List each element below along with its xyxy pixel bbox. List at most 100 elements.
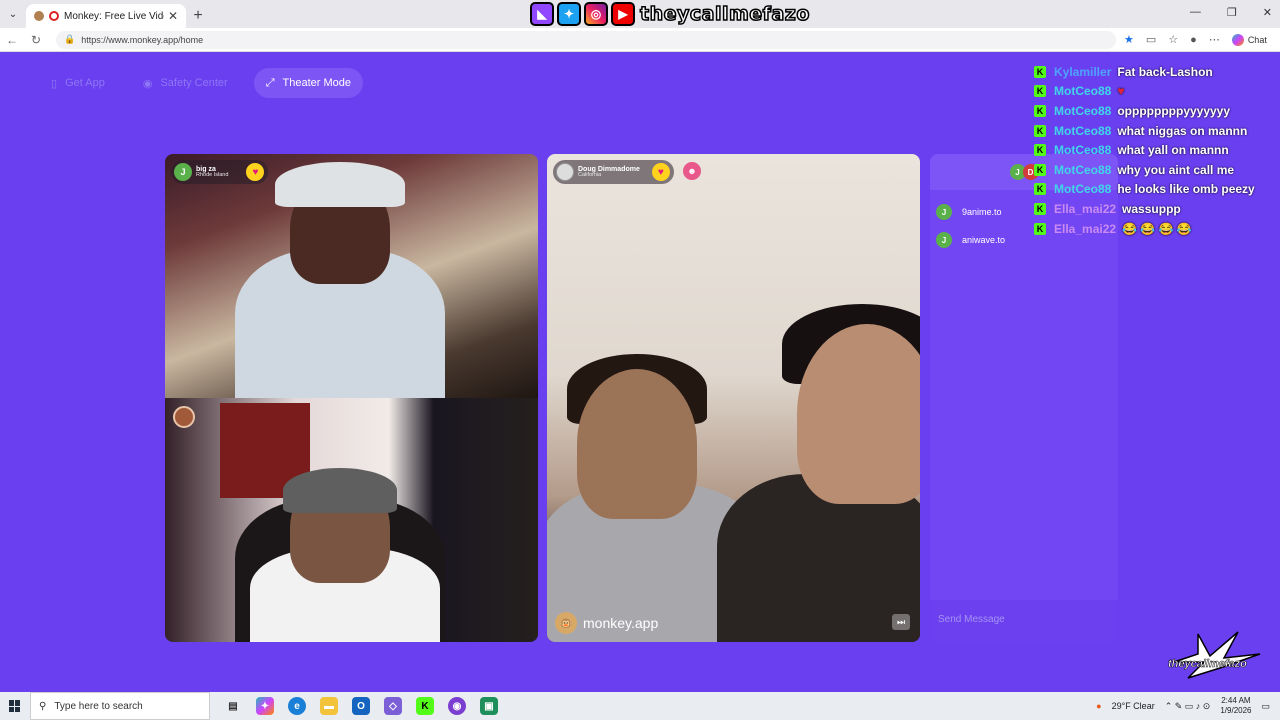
- chat-text: he looks like omb peezy: [1117, 182, 1255, 197]
- profile-icon[interactable]: ●: [1190, 34, 1197, 46]
- back-icon[interactable]: ←: [0, 33, 24, 47]
- copilot-icon[interactable]: ✦: [256, 697, 274, 715]
- kick-badge-icon: K: [1034, 222, 1046, 235]
- video-tile-bottom-left: [165, 398, 538, 642]
- tray-icons[interactable]: ⌃ ✎ ▭ ♪ ⊙: [1165, 701, 1211, 712]
- chat-message: K MotCeo88 what yall on mannn: [1034, 140, 1278, 160]
- refresh-icon[interactable]: ↻: [24, 33, 48, 47]
- user-chip[interactable]: J big za Rhode Island ♥: [171, 160, 269, 184]
- participant-name: aniwave.to: [962, 235, 1006, 245]
- copilot-icon: [1231, 33, 1244, 46]
- monkey-favicon-icon: [34, 11, 44, 21]
- chat-username: Ella_mai22: [1054, 201, 1117, 216]
- kick-badge-icon: K: [1034, 183, 1046, 196]
- shield-icon: ◉: [142, 77, 153, 90]
- chat-message: K MotCeo88 he looks like omb peezy: [1034, 180, 1278, 200]
- skip-button[interactable]: ⏭: [892, 614, 910, 630]
- search-icon: ⚲: [39, 700, 47, 712]
- minimize-icon[interactable]: —: [1190, 6, 1201, 19]
- chat-text: Fat back-Lashon: [1117, 64, 1213, 79]
- avatar: J: [174, 163, 192, 181]
- taskbar-search[interactable]: ⚲ Type here to search: [30, 692, 210, 720]
- app-icon[interactable]: ◇: [384, 697, 402, 715]
- app-icon[interactable]: ◉: [448, 697, 466, 715]
- chat-username: MotCeo88: [1054, 162, 1112, 177]
- video-person: [577, 369, 697, 519]
- chat-message: K Ella_mai22 wassuppp: [1034, 199, 1278, 219]
- file-explorer-icon[interactable]: ▬: [320, 697, 338, 715]
- chat-message: K Ella_mai22 😂 😂 😂 😂: [1034, 219, 1278, 239]
- video-person: [283, 468, 397, 513]
- tab-list-dropdown[interactable]: ⌄: [0, 0, 26, 28]
- get-app-button[interactable]: ▯ Get App: [39, 68, 117, 98]
- watermark-text: monkey.app: [583, 615, 659, 631]
- weather-text[interactable]: 29°F Clear: [1112, 701, 1155, 711]
- chat-text: oppppppppyyyyyyy: [1117, 103, 1231, 118]
- chat-username: MotCeo88: [1054, 123, 1112, 138]
- streamer-banner: ◣ ✦ ◎ ▶ theycallmefazo: [530, 2, 810, 26]
- chat-text: ♥: [1117, 84, 1125, 99]
- video-person: [275, 162, 405, 207]
- kick-badge-icon: K: [1034, 144, 1046, 157]
- safety-center-button[interactable]: ◉ Safety Center: [131, 68, 240, 98]
- chat-text: why you aint call me: [1117, 162, 1235, 177]
- instagram-icon: ◎: [584, 2, 608, 26]
- new-tab-button[interactable]: +: [186, 4, 210, 28]
- start-button[interactable]: [0, 692, 30, 720]
- kick-badge-icon: K: [1034, 163, 1046, 176]
- kick-badge-icon: K: [1034, 202, 1046, 215]
- monkey-watermark: 🐵 monkey.app: [555, 612, 658, 634]
- user-location: California: [578, 171, 602, 178]
- user-chip[interactable]: Doug Dimmadome California ♥: [553, 160, 674, 184]
- date: 1/9/2026: [1220, 706, 1252, 715]
- task-view-icon[interactable]: ▤: [224, 697, 242, 715]
- logo-star-icon: [1173, 631, 1261, 679]
- avatar: J: [936, 204, 952, 220]
- address-bar-row: ← ↻ 🔒 https://www.monkey.app/home ★ ▭ ☆ …: [0, 28, 1280, 52]
- favorites-icon[interactable]: ☆: [1168, 33, 1178, 46]
- video-tile-top-left: J big za Rhode Island ♥: [165, 154, 538, 398]
- weather-icon: ●: [1096, 701, 1102, 711]
- chat-message: K MotCeo88 what niggas on mannn: [1034, 121, 1278, 141]
- outlook-icon[interactable]: O: [352, 697, 370, 715]
- avatar: J: [936, 232, 952, 248]
- heart-icon[interactable]: ♥: [246, 163, 265, 181]
- monkey-logo-icon: 🐵: [555, 612, 577, 634]
- theater-mode-label: Theater Mode: [282, 77, 351, 89]
- favorite-star-icon[interactable]: ★: [1124, 33, 1134, 46]
- kick-icon[interactable]: K: [416, 697, 434, 715]
- gift-icon[interactable]: ☻: [683, 162, 701, 180]
- close-tab-icon[interactable]: ✕: [168, 9, 178, 23]
- site-info-icon[interactable]: 🔒: [64, 34, 75, 45]
- chat-message: K MotCeo88 oppppppppyyyyyyy: [1034, 101, 1278, 121]
- windows-taskbar: ⚲ Type here to search ▤ ✦ e ▬ O ◇ K ◉ ▣ …: [0, 692, 1280, 720]
- chat-username: MotCeo88: [1054, 143, 1112, 158]
- chat-username: MotCeo88: [1054, 103, 1112, 118]
- address-bar[interactable]: 🔒 https://www.monkey.app/home: [56, 30, 1116, 49]
- theater-mode-button[interactable]: ⤢ Theater Mode: [253, 68, 363, 98]
- restore-icon[interactable]: ❐: [1227, 6, 1237, 19]
- chat-text: what niggas on mannn: [1117, 123, 1248, 138]
- chat-text: what yall on mannn: [1117, 143, 1229, 158]
- more-icon[interactable]: ⋯: [1209, 33, 1220, 46]
- heart-icon[interactable]: ♥: [651, 163, 670, 181]
- time: 2:44 AM: [1221, 696, 1251, 706]
- video-person: [797, 324, 920, 504]
- stream-chat-overlay: K Kylamiller Fat back-Lashon K MotCeo88 ♥ K Mot…: [1034, 62, 1278, 238]
- safety-center-label: Safety Center: [160, 77, 228, 89]
- close-window-icon[interactable]: ✕: [1263, 6, 1272, 19]
- kick-badge-icon: K: [1034, 124, 1046, 137]
- participant-name: 9anime.to: [962, 207, 1002, 217]
- copilot-chat-button[interactable]: Chat: [1231, 33, 1267, 46]
- camera-icon[interactable]: ▭: [1146, 33, 1156, 46]
- app-icon[interactable]: ▣: [480, 697, 498, 715]
- browser-tab-monkey[interactable]: Monkey: Free Live Video Chat ✕: [26, 4, 186, 28]
- chat-username: Ella_mai22: [1054, 221, 1117, 236]
- notifications-icon[interactable]: ▭: [1261, 701, 1270, 712]
- logo-text: theycallmefazo: [1168, 658, 1247, 671]
- send-message-input[interactable]: Send Message: [930, 600, 1118, 642]
- edge-icon[interactable]: e: [288, 697, 306, 715]
- chat-username: MotCeo88: [1054, 182, 1112, 197]
- clock[interactable]: 2:44 AM 1/9/2026: [1220, 696, 1251, 715]
- streamer-handle: theycallmefazo: [639, 2, 810, 26]
